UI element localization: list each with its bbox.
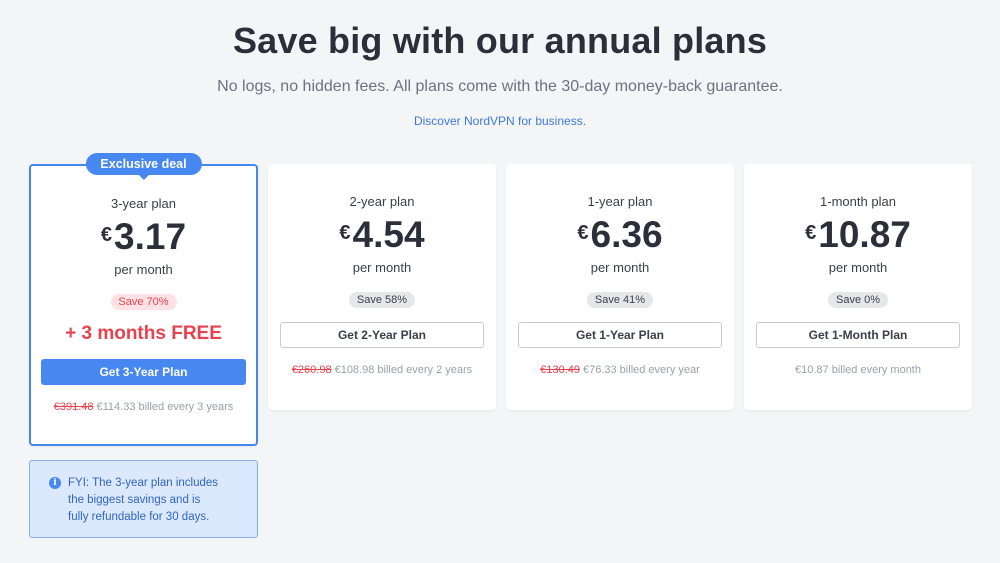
- price-period: per month: [114, 262, 173, 277]
- exclusive-deal-badge: Exclusive deal: [85, 153, 202, 180]
- old-price: €130.49: [540, 364, 580, 376]
- page-subtitle: No logs, no hidden fees. All plans come …: [217, 78, 783, 95]
- currency-symbol: €: [577, 222, 589, 244]
- currency-symbol: €: [100, 224, 113, 246]
- currency-symbol: €: [805, 222, 817, 244]
- currency-symbol: €: [339, 222, 351, 244]
- fyi-line: fully refundable for 30 days.: [68, 511, 210, 523]
- save-badge: Save 58%: [348, 292, 416, 308]
- price-period: per month: [828, 260, 888, 275]
- billing-info: €10.87 billed every month: [744, 364, 972, 376]
- fyi-line: FYI: The 3-year plan includes: [68, 477, 219, 489]
- plan-card-1-year: 1-year plan €6.36 per month Save 41% Get…: [506, 164, 734, 410]
- pricing-page: Save big with our annual plans No logs, …: [0, 0, 1000, 563]
- plan-card-2-year: 2-year plan €4.54 per month Save 58% Get…: [268, 164, 496, 410]
- plan-name: 1-month plan: [820, 194, 896, 209]
- billing-text: €114.33 billed every 3 years: [96, 401, 234, 413]
- page-title: Save big with our annual plans: [232, 20, 768, 61]
- billing-text: €108.98 billed every 2 years: [334, 364, 473, 376]
- billing-text: €76.33 billed every year: [582, 364, 700, 376]
- price: €4.54: [268, 214, 496, 256]
- save-badge: Save 70%: [110, 294, 177, 310]
- get-2-year-plan-button[interactable]: Get 2-Year Plan: [280, 322, 484, 348]
- bonus-months: + 3 months FREE: [65, 323, 222, 344]
- plan-name: 1-year plan: [587, 194, 653, 209]
- plan-card-3-year: Exclusive deal 3-year plan €3.17 per mon…: [29, 153, 258, 446]
- price-period: per month: [352, 260, 412, 275]
- save-badge: Save 0%: [827, 292, 889, 308]
- save-badge: Save 41%: [586, 292, 654, 308]
- price: €10.87: [744, 214, 972, 256]
- price-amount: 4.54: [352, 214, 425, 255]
- price: €6.36: [506, 214, 734, 256]
- fyi-note: i FYI: The 3-year plan includes the bigg…: [29, 460, 258, 538]
- billing-info: €130.49 €76.33 billed every year: [506, 364, 734, 376]
- get-1-year-plan-button[interactable]: Get 1-Year Plan: [518, 322, 722, 348]
- price-amount: 10.87: [818, 214, 911, 255]
- info-icon: i: [49, 477, 61, 489]
- plan-name: 3-year plan: [110, 196, 177, 211]
- old-price: €260.98: [291, 364, 332, 376]
- price: €3.17: [31, 216, 256, 258]
- old-price: €391.48: [53, 401, 94, 413]
- price-amount: 3.17: [114, 216, 187, 257]
- plan-name: 2-year plan: [349, 194, 415, 209]
- plan-card-1-month: 1-month plan €10.87 per month Save 0% Ge…: [744, 164, 972, 410]
- billing-info: €260.98 €108.98 billed every 2 years: [268, 364, 496, 376]
- price-period: per month: [590, 260, 650, 275]
- billing-info: €391.48 €114.33 billed every 3 years: [31, 401, 256, 413]
- get-3-year-plan-button[interactable]: Get 3-Year Plan: [41, 359, 246, 385]
- price-amount: 6.36: [590, 214, 663, 255]
- fyi-line: the biggest savings and is: [68, 494, 201, 506]
- billing-text: €10.87 billed every month: [795, 364, 921, 376]
- business-link[interactable]: Discover NordVPN for business.: [0, 114, 1000, 128]
- get-1-month-plan-button[interactable]: Get 1-Month Plan: [756, 322, 960, 348]
